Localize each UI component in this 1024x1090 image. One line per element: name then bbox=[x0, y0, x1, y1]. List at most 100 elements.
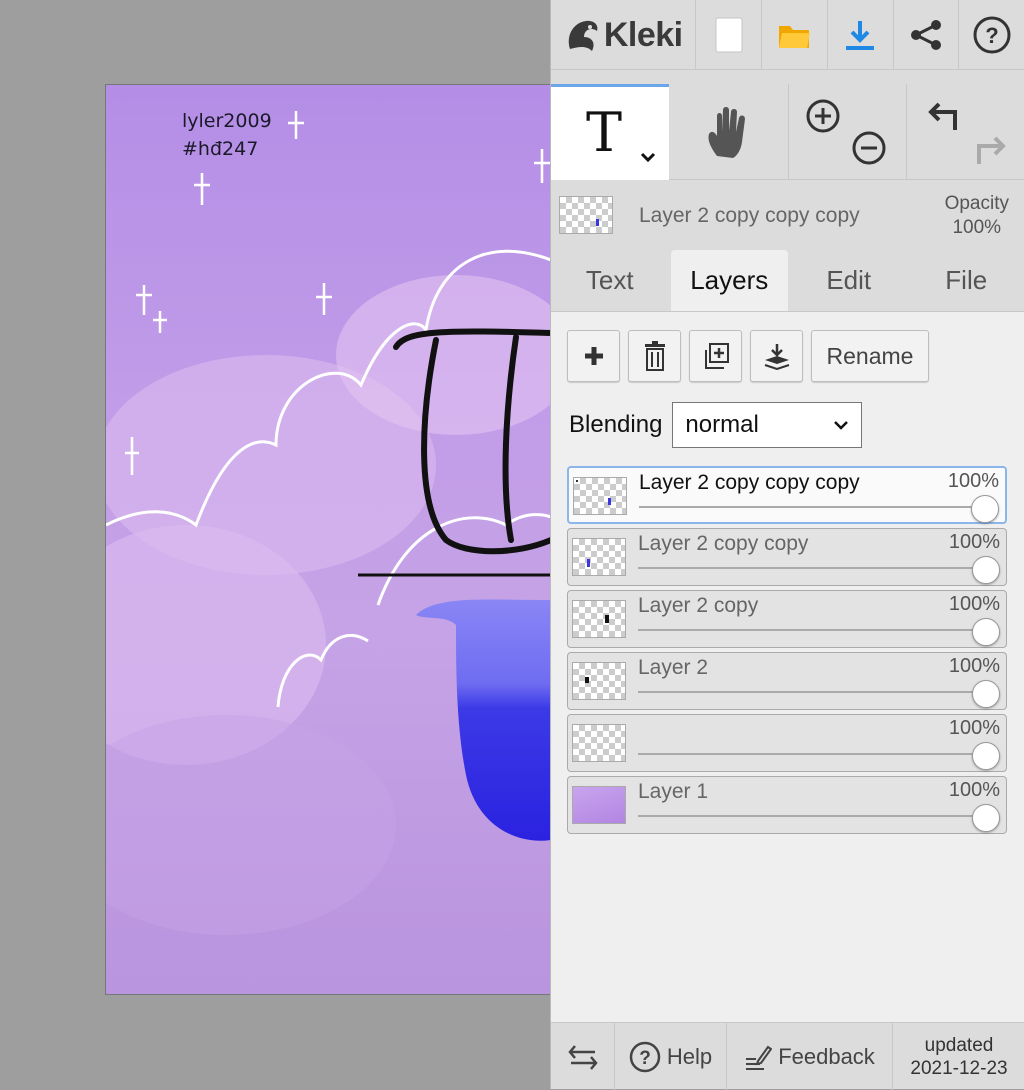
current-layer-opacity: Opacity 100% bbox=[945, 192, 1009, 240]
share-button[interactable] bbox=[894, 0, 960, 70]
app-name: Kleki bbox=[604, 16, 683, 55]
zoom-out-icon[interactable] bbox=[851, 130, 887, 166]
layer-opacity: 100% bbox=[948, 470, 999, 493]
help-circle-icon: ? bbox=[629, 1041, 661, 1073]
tab-text[interactable]: Text bbox=[551, 250, 669, 311]
feedback-link[interactable]: Feedback bbox=[727, 1023, 893, 1090]
layer-opacity-knob[interactable] bbox=[972, 556, 1000, 584]
svg-text:?: ? bbox=[985, 23, 998, 48]
opacity-value: 100% bbox=[945, 216, 1009, 240]
layer-item[interactable]: Layer 2 copy 100% bbox=[567, 590, 1007, 648]
layer-thumbnail bbox=[572, 662, 626, 700]
layer-opacity: 100% bbox=[949, 779, 1000, 802]
canvas-workspace[interactable]: lyler2009 #hđ247 bbox=[0, 0, 550, 1089]
hand-icon bbox=[703, 104, 755, 160]
text-tool-icon: T bbox=[586, 101, 622, 164]
redo-icon[interactable] bbox=[969, 132, 1009, 168]
new-image-icon bbox=[715, 17, 743, 53]
svg-text:?: ? bbox=[639, 1048, 651, 1069]
updated-label: updated bbox=[925, 1034, 994, 1057]
zoom-in-icon[interactable] bbox=[805, 98, 841, 134]
top-toolbar: Kleki bbox=[551, 0, 1024, 70]
rename-layer-button[interactable]: Rename bbox=[811, 330, 929, 382]
new-image-button[interactable] bbox=[696, 0, 762, 70]
open-folder-icon bbox=[777, 20, 811, 50]
current-layer-name: Layer 2 copy copy copy bbox=[639, 204, 860, 228]
layer-opacity-slider[interactable] bbox=[638, 567, 986, 569]
layer-opacity-slider[interactable] bbox=[639, 506, 987, 508]
drawing-canvas[interactable]: lyler2009 #hđ247 bbox=[105, 84, 550, 995]
download-icon bbox=[843, 18, 877, 52]
canvas-artwork bbox=[106, 85, 550, 995]
tool-row: T bbox=[551, 84, 1024, 180]
watermark-line-1: lyler2009 bbox=[182, 107, 272, 135]
layer-name: Layer 2 copy copy copy bbox=[639, 471, 860, 495]
current-layer-info: Layer 2 copy copy copy Opacity 100% bbox=[551, 182, 1024, 248]
chevron-down-icon[interactable] bbox=[639, 151, 657, 163]
layer-item[interactable]: Layer 2 copy copy 100% bbox=[567, 528, 1007, 586]
download-button[interactable] bbox=[828, 0, 894, 70]
layer-name: Layer 2 copy bbox=[638, 594, 758, 618]
layer-opacity: 100% bbox=[949, 655, 1000, 678]
layer-opacity-knob[interactable] bbox=[972, 742, 1000, 770]
layer-item[interactable]: 100% bbox=[567, 714, 1007, 772]
watermark-line-2: #hđ247 bbox=[182, 135, 272, 163]
undo-icon[interactable] bbox=[925, 98, 965, 134]
layer-thumbnail bbox=[572, 600, 626, 638]
merge-down-button[interactable] bbox=[750, 330, 803, 382]
layer-item[interactable]: Layer 2 copy copy copy 100% bbox=[567, 466, 1007, 524]
layer-opacity-knob[interactable] bbox=[972, 618, 1000, 646]
layer-opacity-knob[interactable] bbox=[972, 804, 1000, 832]
help-link[interactable]: ? Help bbox=[615, 1023, 727, 1090]
opacity-label: Opacity bbox=[945, 192, 1009, 216]
blending-row: Blending normal bbox=[569, 402, 862, 448]
panel-tabs: Text Layers Edit File bbox=[551, 250, 1024, 312]
tab-layers[interactable]: Layers bbox=[671, 250, 789, 311]
duplicate-icon bbox=[702, 342, 730, 370]
layer-opacity-slider[interactable] bbox=[638, 753, 986, 755]
layer-name: Layer 2 copy copy bbox=[638, 532, 808, 556]
layer-item[interactable]: Layer 2 100% bbox=[567, 652, 1007, 710]
updated-date: 2021-12-23 bbox=[910, 1057, 1007, 1080]
feedback-label: Feedback bbox=[778, 1044, 875, 1070]
history-controls bbox=[907, 84, 1024, 180]
layer-opacity-slider[interactable] bbox=[638, 691, 986, 693]
add-layer-button[interactable] bbox=[567, 330, 620, 382]
layer-thumbnail bbox=[572, 538, 626, 576]
swap-arrows-icon bbox=[567, 1043, 599, 1071]
tab-file[interactable]: File bbox=[908, 250, 1024, 311]
layer-list: Layer 2 copy copy copy 100% Layer 2 copy… bbox=[567, 466, 1007, 838]
open-image-button[interactable] bbox=[762, 0, 828, 70]
swap-side-button[interactable] bbox=[551, 1023, 615, 1090]
layer-opacity-knob[interactable] bbox=[971, 495, 999, 523]
layer-buttons: Rename bbox=[567, 330, 929, 382]
layer-thumbnail bbox=[573, 477, 627, 515]
current-layer-thumbnail bbox=[559, 196, 613, 234]
blending-value: normal bbox=[685, 411, 758, 439]
help-button[interactable]: ? bbox=[959, 0, 1024, 70]
text-tool-button[interactable]: T bbox=[551, 84, 669, 180]
layer-opacity: 100% bbox=[949, 717, 1000, 740]
plus-icon bbox=[583, 345, 605, 367]
hand-tool-button[interactable] bbox=[669, 84, 789, 180]
tab-edit[interactable]: Edit bbox=[790, 250, 908, 311]
blending-select[interactable]: normal bbox=[672, 402, 862, 448]
panel-footer: ? Help Feedback updated 2021-12-23 bbox=[551, 1022, 1024, 1089]
layer-opacity-slider[interactable] bbox=[638, 815, 986, 817]
side-panel: Kleki bbox=[550, 0, 1024, 1089]
updated-info[interactable]: updated 2021-12-23 bbox=[893, 1023, 1024, 1090]
help-icon: ? bbox=[972, 15, 1012, 55]
layer-opacity-slider[interactable] bbox=[638, 629, 986, 631]
layer-item[interactable]: Layer 1 100% bbox=[567, 776, 1007, 834]
layer-opacity-knob[interactable] bbox=[972, 680, 1000, 708]
layer-thumbnail bbox=[572, 786, 626, 824]
duplicate-layer-button[interactable] bbox=[689, 330, 742, 382]
layer-name: Layer 1 bbox=[638, 780, 708, 804]
blending-label: Blending bbox=[569, 411, 662, 439]
layer-opacity: 100% bbox=[949, 531, 1000, 554]
delete-layer-button[interactable] bbox=[628, 330, 681, 382]
feedback-pen-icon bbox=[744, 1043, 772, 1071]
layer-name: Layer 2 bbox=[638, 656, 708, 680]
kleki-logo-icon bbox=[564, 15, 602, 55]
app-logo[interactable]: Kleki bbox=[551, 0, 696, 70]
